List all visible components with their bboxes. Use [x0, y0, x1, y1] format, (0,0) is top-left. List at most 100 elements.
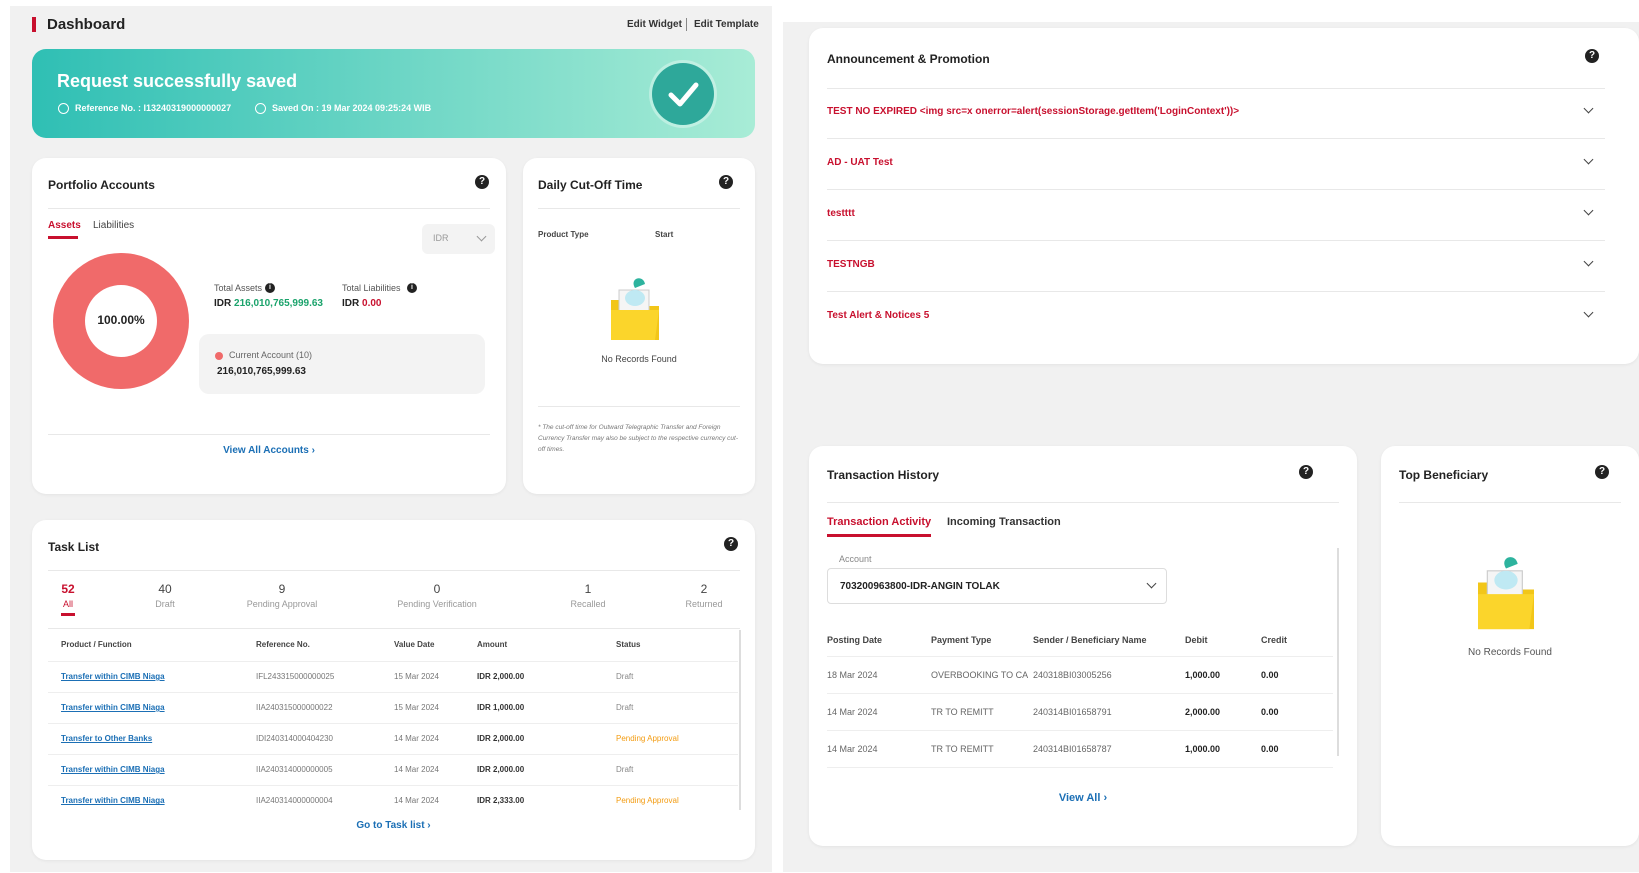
table-row[interactable]: 14 Mar 2024 TR TO REMITT 240314BI0165879… — [827, 693, 1333, 730]
debit: 1,000.00 — [1185, 743, 1221, 754]
currency-select[interactable]: IDR — [422, 224, 495, 254]
task-product-link[interactable]: Transfer within CIMB Niaga — [61, 703, 165, 712]
table-row[interactable]: Transfer within CIMB Niaga IIA2403150000… — [48, 692, 738, 723]
task-count-draft[interactable]: 40 Draft — [140, 582, 190, 609]
total-liabilities-currency: IDR — [342, 298, 360, 309]
empty-folder-icon — [605, 276, 665, 347]
view-all-accounts-link[interactable]: View All Accounts › — [32, 445, 506, 456]
announcement-item[interactable]: TEST NO EXPIRED <img src=x onerror=alert… — [827, 89, 1605, 139]
announcement-item[interactable]: TESTNGB — [827, 242, 1605, 292]
success-banner: Request successfully saved Reference No.… — [32, 49, 755, 138]
help-icon[interactable]: ? — [719, 175, 733, 189]
count-value: 0 — [433, 582, 441, 596]
announcement-text: TEST NO EXPIRED <img src=x onerror=alert… — [827, 106, 1240, 117]
table-row[interactable]: 18 Mar 2024 OVERBOOKING TO CA 240318BI03… — [827, 656, 1333, 693]
col-debit: Debit — [1185, 634, 1208, 645]
task-value-date: 15 Mar 2024 — [394, 703, 439, 712]
task-value-date: 14 Mar 2024 — [394, 734, 439, 743]
edit-widget-link[interactable]: Edit Widget — [627, 19, 682, 30]
announcement-text: Test Alert & Notices 5 — [827, 310, 930, 321]
task-reference: IFL243315000000025 — [256, 672, 335, 681]
top-beneficiary-title: Top Beneficiary — [1399, 468, 1489, 482]
edit-template-link[interactable]: Edit Template — [694, 19, 759, 30]
posting-date: 14 Mar 2024 — [827, 706, 878, 717]
tab-incoming-transaction[interactable]: Incoming Transaction — [947, 516, 1061, 528]
task-amount: IDR 2,000.00 — [477, 765, 525, 774]
tab-transaction-activity[interactable]: Transaction Activity — [827, 516, 931, 528]
task-reference: IIA240314000000004 — [256, 796, 333, 806]
count-value: 1 — [584, 582, 592, 596]
task-count-returned[interactable]: 2 Returned — [674, 582, 734, 609]
task-count-all[interactable]: 52 All — [48, 582, 88, 616]
legend-dot — [215, 352, 223, 360]
help-icon[interactable]: ? — [1585, 49, 1599, 63]
task-value-date: 14 Mar 2024 — [394, 796, 439, 806]
table-row[interactable]: Transfer within CIMB Niaga IFL2433150000… — [48, 661, 738, 692]
table-row[interactable]: Transfer to Other Banks IDI2403140004042… — [48, 723, 738, 754]
total-assets-amount: 216,010,765,999.63 — [234, 298, 323, 309]
chevron-down-icon — [1583, 307, 1594, 318]
view-all-link[interactable]: View All › — [809, 792, 1357, 804]
header-divider — [686, 18, 687, 31]
cutoff-note: * The cut-off time for Outward Telegraph… — [538, 424, 739, 453]
announcement-item[interactable]: testttt — [827, 191, 1605, 241]
task-product-link[interactable]: Transfer within CIMB Niaga — [61, 765, 165, 774]
table-header-row: Posting Date Payment Type Sender / Benef… — [827, 624, 1333, 656]
col-start: Start — [655, 230, 674, 239]
banner-title: Request successfully saved — [57, 71, 298, 91]
task-product-link[interactable]: Transfer within CIMB Niaga — [61, 672, 165, 681]
daily-cutoff-card: Daily Cut-Off Time ? Product Type Start … — [523, 158, 755, 494]
table-row[interactable]: Transfer within CIMB Niaga IIA2403140000… — [48, 785, 738, 816]
announcement-text: testttt — [827, 208, 855, 219]
account-summary-box[interactable]: Current Account (10) 216,010,765,999.63 — [199, 334, 485, 394]
count-label: All — [62, 599, 73, 609]
col-status: Status — [616, 640, 641, 650]
help-icon[interactable]: ? — [724, 537, 738, 551]
account-select-value: 703200963800-IDR-ANGIN TOLAK — [840, 581, 1000, 592]
tab-active-underline — [827, 534, 931, 537]
table-header-row: Product / Function Reference No. Value D… — [48, 629, 738, 661]
task-amount: IDR 2,000.00 — [477, 672, 525, 681]
task-count-pending-approval[interactable]: 9 Pending Approval — [232, 582, 332, 609]
col-product-type: Product Type — [538, 230, 589, 239]
divider — [538, 208, 740, 209]
task-table-scrollbar[interactable] — [739, 630, 741, 810]
total-assets-label: Total Assets — [214, 283, 263, 293]
announcement-item[interactable]: Test Alert & Notices 5 — [827, 293, 1605, 343]
task-count-pending-verification[interactable]: 0 Pending Verification — [382, 582, 492, 609]
history-scrollbar[interactable] — [1337, 548, 1339, 756]
tab-liabilities[interactable]: Liabilities — [93, 220, 134, 231]
help-icon[interactable]: ? — [1595, 465, 1609, 479]
account-value: 216,010,765,999.63 — [217, 366, 306, 377]
announcement-text: TESTNGB — [827, 259, 875, 270]
success-check-icon — [652, 63, 714, 125]
chevron-down-icon — [1583, 205, 1594, 216]
col-sender-beneficiary: Sender / Beneficiary Name — [1033, 634, 1147, 645]
col-amount: Amount — [477, 640, 508, 650]
task-count-recalled[interactable]: 1 Recalled — [558, 582, 618, 609]
task-status: Pending Approval — [616, 796, 679, 806]
col-product-function: Product / Function — [61, 640, 132, 650]
banner-reference: Reference No. : I13240319000000027 — [75, 103, 232, 113]
task-product-link[interactable]: Transfer to Other Banks — [61, 734, 152, 743]
count-value: 2 — [700, 582, 708, 596]
right-dashboard-panel: Announcement & Promotion ? TEST NO EXPIR… — [783, 22, 1639, 872]
task-table: Product / Function Reference No. Value D… — [48, 629, 738, 816]
total-liabilities-value: IDR 0.00 — [342, 298, 381, 309]
tab-assets-underline — [48, 236, 78, 239]
table-row[interactable]: Transfer within CIMB Niaga IIA2403140000… — [48, 754, 738, 785]
divider — [827, 502, 1339, 503]
info-icon: i — [407, 283, 417, 293]
table-row[interactable]: 14 Mar 2024 TR TO REMITT 240314BI0165878… — [827, 730, 1333, 767]
help-icon[interactable]: ? — [1299, 465, 1313, 479]
empty-state-text: No Records Found — [1468, 647, 1552, 658]
go-to-task-list-link[interactable]: Go to Task list › — [32, 820, 755, 831]
sender-beneficiary: 240314BI01658787 — [1033, 743, 1112, 754]
help-icon[interactable]: ? — [475, 175, 489, 189]
task-product-link[interactable]: Transfer within CIMB Niaga — [61, 796, 165, 805]
col-value-date: Value Date — [394, 640, 435, 650]
announcement-item[interactable]: AD - UAT Test — [827, 140, 1605, 190]
tab-assets[interactable]: Assets — [48, 220, 81, 231]
account-select[interactable]: 703200963800-IDR-ANGIN TOLAK — [827, 568, 1167, 604]
active-underline — [61, 613, 75, 616]
